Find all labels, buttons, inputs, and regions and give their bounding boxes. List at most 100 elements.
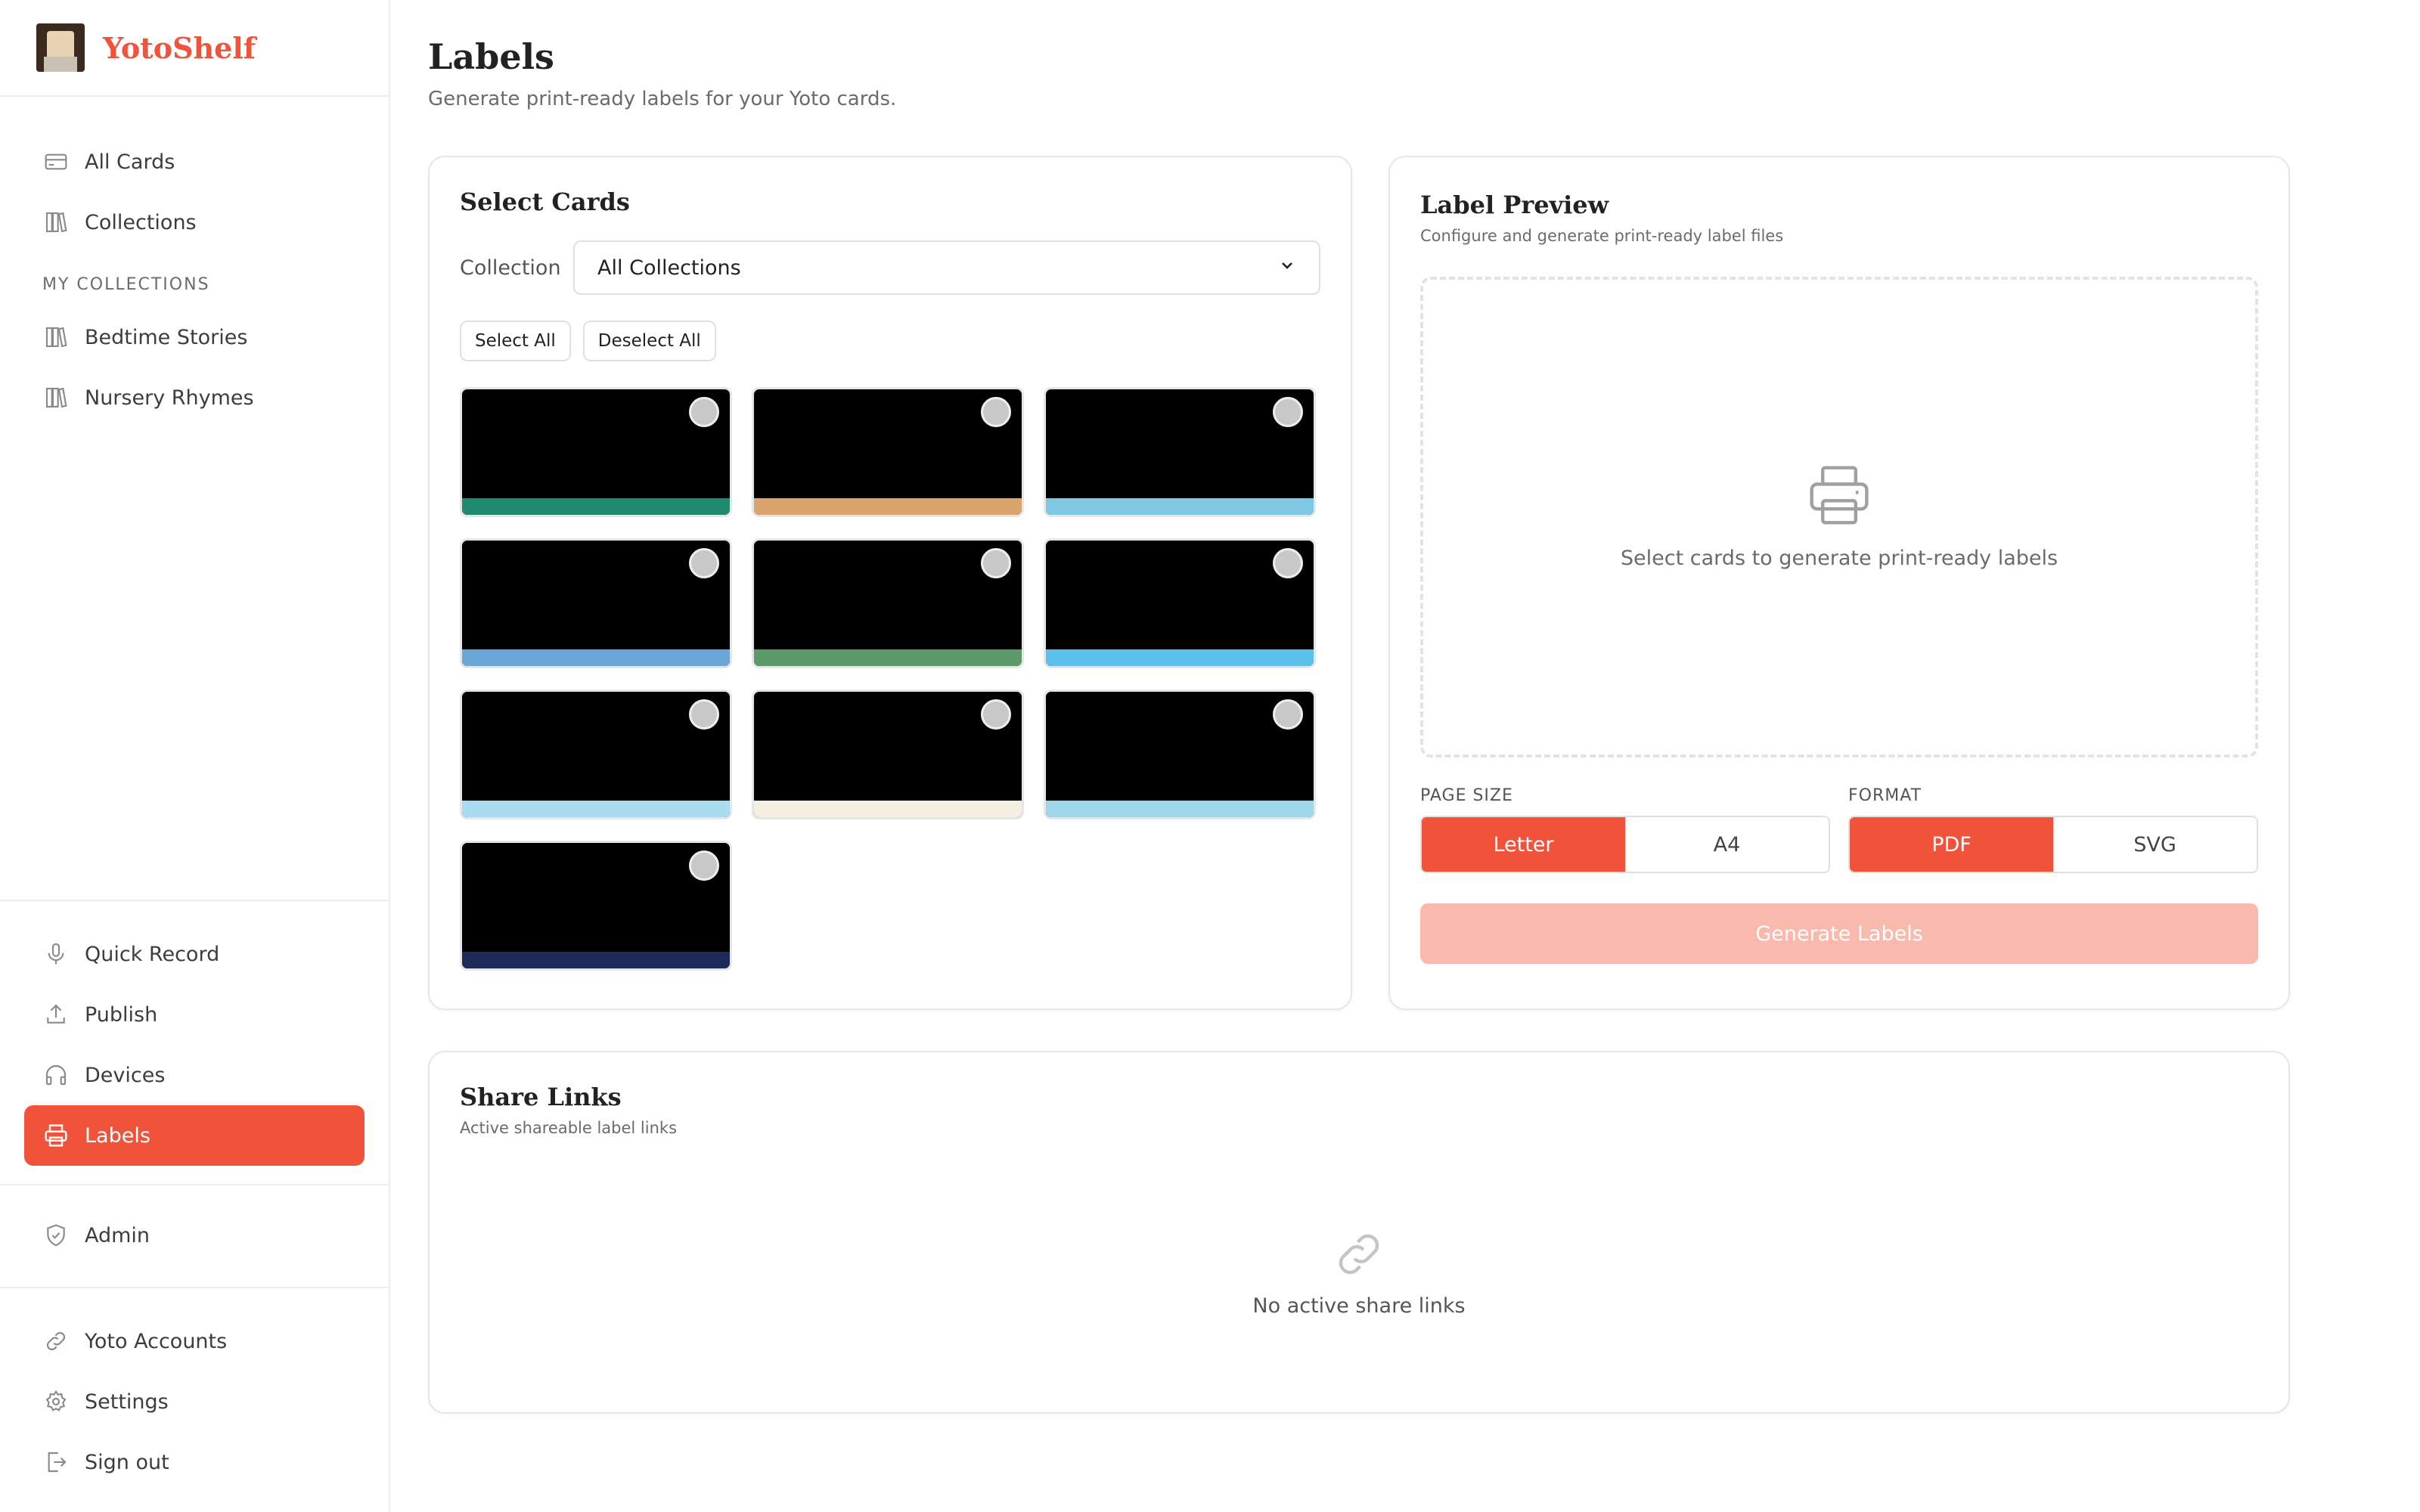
books-icon <box>42 209 70 236</box>
page-size-group: PAGE SIZE Letter A4 <box>1420 786 1830 873</box>
card-select-checkbox[interactable] <box>1273 699 1303 730</box>
sidebar-item-label: Nursery Rhymes <box>85 386 254 410</box>
sidebar-item-sign-out[interactable]: Sign out <box>24 1432 365 1492</box>
card-artwork <box>1046 649 1314 666</box>
card-select-checkbox[interactable] <box>1273 397 1303 427</box>
main-content: Labels Generate print-ready labels for y… <box>428 0 2319 1414</box>
card-select-checkbox[interactable] <box>981 548 1011 578</box>
sidebar-item-bedtime-stories[interactable]: Bedtime Stories <box>24 307 365 367</box>
card-thumbnail[interactable] <box>460 387 732 517</box>
link-icon <box>42 1328 70 1355</box>
books-icon <box>42 384 70 411</box>
label-preview-panel: Label Preview Configure and generate pri… <box>1388 156 2290 1010</box>
page-title: Labels <box>428 36 554 77</box>
primary-nav: All Cards Collections MY COLLECTIONS Bed… <box>0 97 389 428</box>
sidebar-item-label: Labels <box>85 1123 150 1148</box>
share-links-panel: Share Links Active shareable label links… <box>428 1051 2290 1414</box>
format-group: FORMAT PDF SVG <box>1848 786 2258 873</box>
tools-nav: Quick Record Publish Devices Labels <box>0 900 389 1188</box>
page-size-label: PAGE SIZE <box>1420 786 1513 805</box>
card-select-checkbox[interactable] <box>689 548 719 578</box>
card-select-checkbox[interactable] <box>689 699 719 730</box>
sidebar-item-label: Devices <box>85 1063 166 1087</box>
books-icon <box>42 324 70 351</box>
card-select-checkbox[interactable] <box>689 397 719 427</box>
card-thumbnail[interactable] <box>752 689 1024 820</box>
share-empty-message: No active share links <box>1252 1294 1466 1318</box>
label-preview-area: Select cards to generate print-ready lab… <box>1420 277 2258 758</box>
sidebar-item-admin[interactable]: Admin <box>24 1205 365 1266</box>
card-thumbnail[interactable] <box>1044 689 1316 820</box>
sidebar-item-label: Publish <box>85 1002 158 1027</box>
card-artwork <box>754 649 1022 666</box>
sidebar-item-label: Settings <box>85 1390 169 1414</box>
sidebar-item-devices[interactable]: Devices <box>24 1045 365 1105</box>
card-grid <box>460 387 1320 971</box>
generate-labels-button[interactable]: Generate Labels <box>1420 903 2258 964</box>
card-artwork <box>754 801 1022 817</box>
sidebar-item-nursery-rhymes[interactable]: Nursery Rhymes <box>24 367 365 428</box>
upload-icon <box>42 1001 70 1028</box>
sidebar-item-label: Quick Record <box>85 942 220 966</box>
link-icon <box>1333 1228 1385 1281</box>
card-icon <box>42 148 70 175</box>
logo-row[interactable]: YotoShelf <box>0 0 389 97</box>
sidebar-item-collections[interactable]: Collections <box>24 192 365 253</box>
format-toggle: PDF SVG <box>1848 816 2258 873</box>
card-thumbnail[interactable] <box>1044 387 1316 517</box>
printer-icon <box>42 1122 70 1149</box>
shield-icon <box>42 1222 70 1249</box>
sidebar-item-label: All Cards <box>85 150 175 174</box>
account-nav: Yoto Accounts Settings Sign out <box>0 1287 389 1492</box>
page-size-letter-option[interactable]: Letter <box>1422 817 1625 872</box>
app-name: YotoShelf <box>103 30 256 65</box>
card-artwork <box>1046 801 1314 817</box>
label-options: PAGE SIZE Letter A4 FORMAT PDF SVG <box>1420 786 2258 873</box>
select-all-button[interactable]: Select All <box>460 321 571 361</box>
sidebar-item-settings[interactable]: Settings <box>24 1371 365 1432</box>
admin-nav: Admin <box>0 1184 389 1285</box>
sidebar-item-quick-record[interactable]: Quick Record <box>24 924 365 984</box>
collection-select-value: All Collections <box>597 256 741 280</box>
sidebar-item-yoto-accounts[interactable]: Yoto Accounts <box>24 1311 365 1371</box>
sidebar-item-label: Yoto Accounts <box>85 1329 228 1353</box>
label-preview-title: Label Preview <box>1420 191 1609 219</box>
collection-select[interactable]: All Collections <box>573 240 1320 295</box>
card-select-checkbox[interactable] <box>981 397 1011 427</box>
card-select-checkbox[interactable] <box>981 699 1011 730</box>
sidebar-item-all-cards[interactable]: All Cards <box>24 132 365 192</box>
format-svg-option[interactable]: SVG <box>2053 817 2257 872</box>
printer-icon <box>1805 465 1873 525</box>
card-thumbnail[interactable] <box>460 841 732 971</box>
card-thumbnail[interactable] <box>752 387 1024 517</box>
sign-out-icon <box>42 1448 70 1476</box>
share-links-title: Share Links <box>460 1083 622 1111</box>
card-thumbnail[interactable] <box>460 538 732 668</box>
page-subtitle: Generate print-ready labels for your Yot… <box>428 88 897 110</box>
sidebar: YotoShelf All Cards Collections MY COLLE… <box>0 0 390 1512</box>
card-artwork <box>462 801 730 817</box>
sidebar-item-label: Sign out <box>85 1450 169 1474</box>
sidebar-item-publish[interactable]: Publish <box>24 984 365 1045</box>
preview-empty-message: Select cards to generate print-ready lab… <box>1620 546 2059 570</box>
share-links-empty: No active share links <box>430 1228 2288 1318</box>
page-size-a4-option[interactable]: A4 <box>1625 817 1829 872</box>
headphones-icon <box>42 1061 70 1089</box>
card-artwork <box>462 952 730 968</box>
card-thumbnail[interactable] <box>460 689 732 820</box>
card-artwork <box>754 498 1022 515</box>
selection-buttons: Select All Deselect All <box>460 321 1320 361</box>
sidebar-item-labels[interactable]: Labels <box>24 1105 365 1166</box>
card-select-checkbox[interactable] <box>1273 548 1303 578</box>
card-select-checkbox[interactable] <box>689 850 719 881</box>
card-artwork <box>462 649 730 666</box>
sidebar-item-label: Bedtime Stories <box>85 325 248 349</box>
logo-image <box>36 23 85 72</box>
select-cards-title: Select Cards <box>460 187 630 216</box>
card-artwork <box>1046 498 1314 515</box>
format-pdf-option[interactable]: PDF <box>1850 817 2053 872</box>
deselect-all-button[interactable]: Deselect All <box>582 321 716 361</box>
card-thumbnail[interactable] <box>1044 538 1316 668</box>
sidebar-item-label: Admin <box>85 1223 150 1247</box>
card-thumbnail[interactable] <box>752 538 1024 668</box>
